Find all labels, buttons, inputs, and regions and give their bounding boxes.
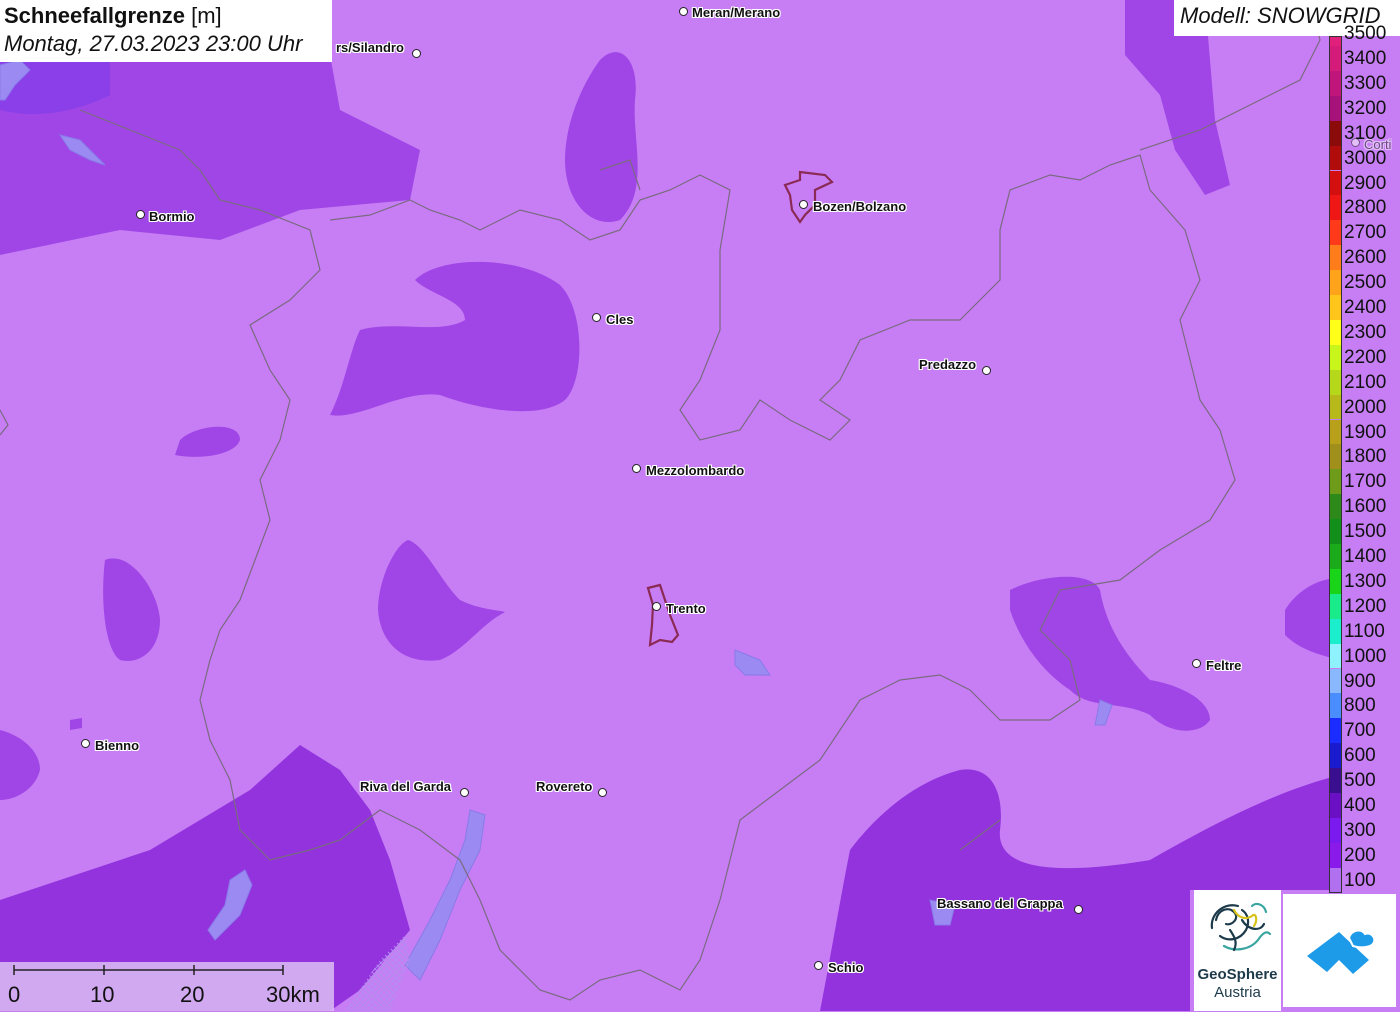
- legend-label: 700: [1344, 720, 1376, 742]
- legend-label: 300: [1344, 819, 1376, 841]
- mountain-cloud-icon: [1307, 929, 1376, 974]
- city-label: Bozen/Bolzano: [813, 199, 907, 214]
- legend-label: 1200: [1344, 595, 1387, 617]
- city-label: Rovereto: [536, 779, 593, 794]
- city-dot: [982, 366, 991, 375]
- city-label: Bassano del Grappa: [937, 896, 1063, 911]
- legend-label: 1800: [1344, 446, 1387, 468]
- city-dot: [679, 7, 688, 16]
- city-label: Mezzolombardo: [646, 463, 745, 478]
- city-label: Schio: [828, 960, 864, 975]
- city-dot: [81, 739, 90, 748]
- map-title-box: Schneefallgrenze [m] Montag, 27.03.2023 …: [0, 0, 332, 62]
- city-label: rs/Silandro: [336, 40, 404, 55]
- legend-label: 800: [1344, 695, 1376, 717]
- legend-label: 600: [1344, 745, 1376, 767]
- snowfall-map[interactable]: [0, 0, 1400, 1011]
- legend-label: 2100: [1344, 371, 1387, 393]
- legend-label: 1300: [1344, 570, 1387, 592]
- legend-label: 2700: [1344, 222, 1387, 244]
- legend-label: 1000: [1344, 645, 1387, 667]
- city-label: Bormio: [149, 209, 195, 224]
- legend-label: 2400: [1344, 297, 1387, 318]
- city-dot: [1192, 659, 1201, 668]
- legend-label: 2900: [1344, 172, 1387, 194]
- scale-bar: 0 10 20 30km: [0, 962, 334, 1011]
- legend-label: 400: [1344, 795, 1376, 816]
- legend-label: 2200: [1344, 346, 1387, 368]
- legend-label: 1700: [1344, 471, 1387, 493]
- map-datetime: Montag, 27.03.2023 23:00 Uhr: [4, 31, 303, 56]
- geosphere-emblem-icon: [1210, 902, 1272, 952]
- city-label: Cles: [606, 312, 634, 327]
- geosphere-logo[interactable]: GeoSphere Austria: [1194, 890, 1281, 1011]
- legend-label: 500: [1344, 770, 1376, 792]
- legend-label: 2000: [1344, 396, 1387, 418]
- city-dot: [814, 961, 823, 970]
- legend-label: 3400: [1344, 48, 1387, 69]
- legend-label: 3200: [1344, 97, 1387, 119]
- map-title: Schneefallgrenze [m]: [4, 3, 222, 28]
- legend-label: 1400: [1344, 546, 1387, 567]
- city-label: Trento: [666, 601, 706, 616]
- city-label: Bienno: [95, 738, 140, 753]
- city-dot: [460, 788, 469, 797]
- legend-label: 1500: [1344, 521, 1387, 543]
- app-logo[interactable]: [1283, 894, 1396, 1007]
- scale-label-20: 20: [180, 982, 205, 1007]
- legend-label: 100: [1344, 869, 1376, 891]
- legend-label: 900: [1344, 670, 1376, 692]
- legend-label: 200: [1344, 844, 1376, 866]
- city-dot: [652, 602, 661, 611]
- legend-label: 1900: [1344, 421, 1387, 443]
- city-label: Predazzo: [919, 357, 977, 372]
- city-dot: [632, 464, 641, 473]
- city-dot: [1074, 905, 1083, 914]
- scale-label-30: 30km: [266, 982, 320, 1007]
- city-dot: [598, 788, 607, 797]
- city-label: Corti: [1364, 137, 1392, 152]
- legend-label: 2800: [1344, 197, 1387, 219]
- scale-label-0: 0: [8, 982, 21, 1007]
- legend-label: 2600: [1344, 247, 1387, 269]
- legend-frame: [1329, 36, 1342, 893]
- scale-label-10: 10: [90, 982, 115, 1007]
- legend-label: 3300: [1344, 72, 1387, 94]
- city-label: Meran/Merano: [692, 5, 781, 20]
- city-dot: [799, 200, 808, 209]
- legend-label: 1600: [1344, 496, 1387, 518]
- city-dot: [1351, 138, 1360, 147]
- legend-label-top: 3500: [1344, 24, 1387, 44]
- legend-label: 1100: [1344, 620, 1385, 642]
- legend-label: 2500: [1344, 272, 1387, 294]
- city-dot: [412, 49, 421, 58]
- city-label: Riva del Garda: [360, 779, 452, 794]
- geosphere-sub: Austria: [1214, 984, 1261, 1001]
- city-label: Feltre: [1206, 658, 1242, 673]
- city-dot: [592, 313, 601, 322]
- geosphere-name: GeoSphere: [1197, 966, 1278, 983]
- city-dot: [136, 210, 145, 219]
- color-legend: 3500 3400 3300 3200 3100 3000 2900 2800 2700 2600…: [1328, 24, 1400, 893]
- legend-label: 2300: [1344, 321, 1387, 343]
